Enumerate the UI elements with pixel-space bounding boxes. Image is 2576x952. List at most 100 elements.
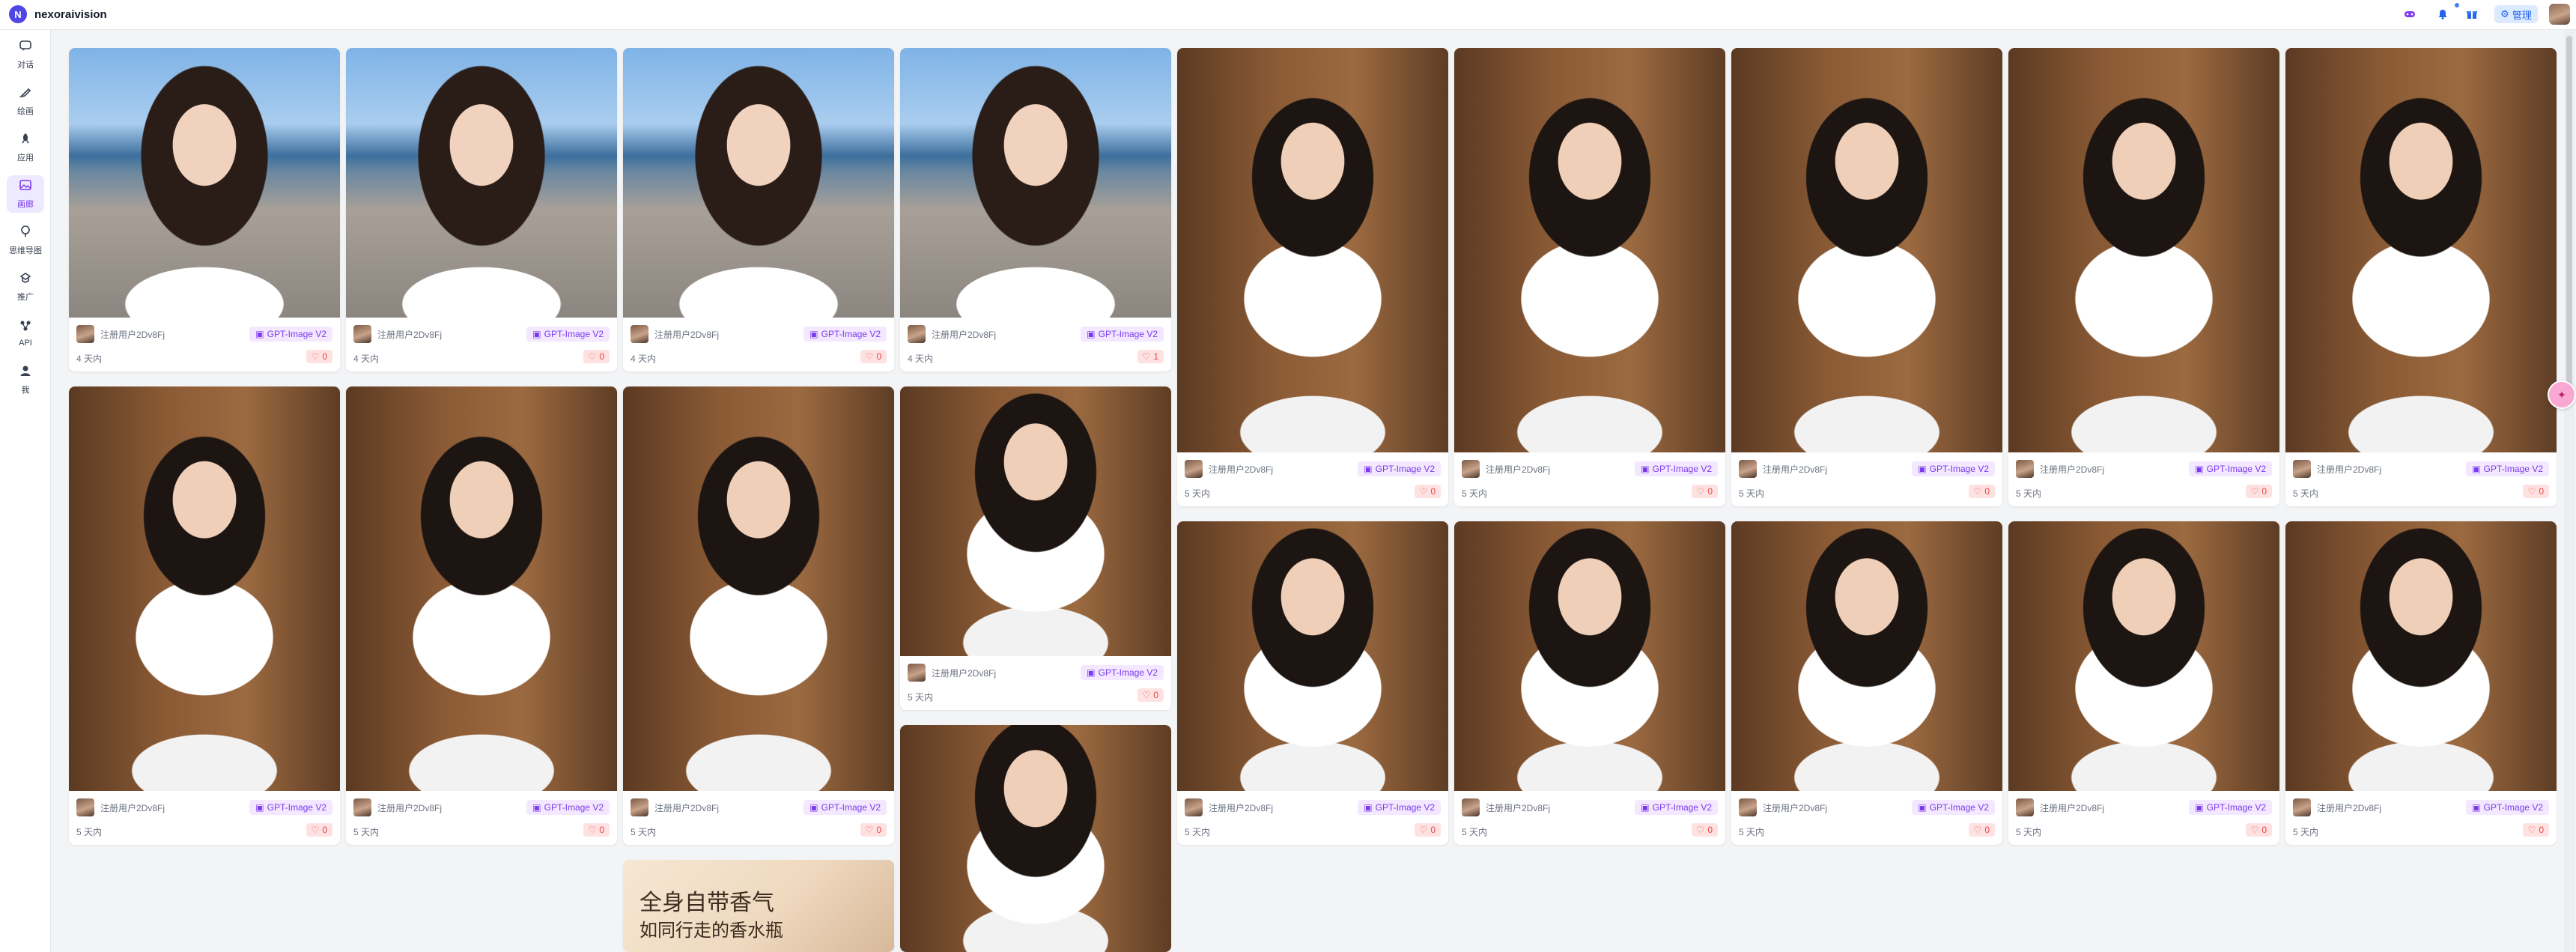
- author-avatar[interactable]: [631, 325, 648, 343]
- gallery-card[interactable]: 注册用户2Dv8Fj ▣ GPT-Image V2 5 天内 ♡ 0: [2008, 521, 2279, 845]
- gallery-image[interactable]: [900, 725, 1171, 952]
- gallery-image[interactable]: [1731, 521, 2002, 791]
- like-button[interactable]: ♡ 0: [860, 823, 887, 837]
- sidebar-item-gallery[interactable]: 画廊: [7, 175, 44, 213]
- sidebar-item-api[interactable]: API: [7, 315, 44, 352]
- admin-button[interactable]: ⚙ 管理: [2494, 5, 2538, 23]
- like-button[interactable]: ♡ 0: [1968, 823, 1995, 837]
- author-avatar[interactable]: [2016, 460, 2034, 478]
- like-button[interactable]: ♡ 0: [1691, 823, 1718, 837]
- author-name[interactable]: 注册用户2Dv8Fj: [654, 328, 719, 341]
- like-button[interactable]: ♡ 0: [306, 823, 332, 837]
- like-button[interactable]: ♡ 0: [306, 350, 332, 363]
- gallery-image[interactable]: [1731, 48, 2002, 452]
- gallery-card[interactable]: 注册用户2Dv8Fj ▣ GPT-Image V2 5 天内 ♡ 0: [2008, 48, 2279, 506]
- author-avatar[interactable]: [908, 325, 926, 343]
- author-name[interactable]: 注册用户2Dv8Fj: [100, 328, 165, 341]
- author-name[interactable]: 注册用户2Dv8Fj: [1763, 463, 1827, 476]
- gamepad-icon[interactable]: [2401, 5, 2419, 23]
- gallery-image[interactable]: [1177, 48, 1448, 452]
- gallery-card[interactable]: 注册用户2Dv8Fj ▣ GPT-Image V2 5 天内 ♡ 0: [1454, 521, 1725, 845]
- author-avatar[interactable]: [2293, 460, 2311, 478]
- gallery-card[interactable]: 注册用户2Dv8Fj ▣ GPT-Image V2 4 天内 ♡ 0: [69, 48, 340, 372]
- sidebar-item-draw[interactable]: 绘画: [7, 82, 44, 120]
- author-name[interactable]: 注册用户2Dv8Fj: [2040, 801, 2104, 814]
- author-avatar[interactable]: [1739, 798, 1757, 816]
- gallery-image[interactable]: [900, 386, 1171, 656]
- author-avatar[interactable]: [1462, 798, 1480, 816]
- like-button[interactable]: ♡ 0: [1691, 485, 1718, 498]
- author-name[interactable]: 注册用户2Dv8Fj: [2317, 801, 2381, 814]
- author-avatar[interactable]: [2016, 798, 2034, 816]
- sidebar-item-apps[interactable]: 应用: [7, 129, 44, 166]
- gallery-image[interactable]: [1177, 521, 1448, 791]
- gallery-card[interactable]: 注册用户2Dv8Fj ▣ GPT-Image V2 5 天内 ♡ 0: [900, 386, 1171, 710]
- author-name[interactable]: 注册用户2Dv8Fj: [100, 801, 165, 814]
- like-button[interactable]: ♡ 1: [1137, 350, 1164, 363]
- gallery-image[interactable]: [2285, 48, 2557, 452]
- gallery-image[interactable]: [623, 48, 894, 318]
- gallery-image[interactable]: [2008, 48, 2279, 452]
- author-avatar[interactable]: [1185, 460, 1203, 478]
- support-float-button[interactable]: ✦: [2548, 381, 2576, 409]
- ad-image[interactable]: 全身自带香气 如同行走的香水瓶: [623, 860, 894, 952]
- gallery-card[interactable]: 注册用户2Dv8Fj ▣ GPT-Image V2 5 天内 ♡ 0: [623, 386, 894, 845]
- author-name[interactable]: 注册用户2Dv8Fj: [2317, 463, 2381, 476]
- like-button[interactable]: ♡ 0: [1414, 823, 1441, 837]
- like-button[interactable]: ♡ 0: [2245, 485, 2272, 498]
- author-name[interactable]: 注册用户2Dv8Fj: [932, 328, 996, 341]
- like-button[interactable]: ♡ 0: [583, 350, 610, 363]
- gallery-image[interactable]: [2285, 521, 2557, 791]
- author-name[interactable]: 注册用户2Dv8Fj: [1209, 463, 1273, 476]
- gallery-card-ad[interactable]: 全身自带香气 如同行走的香水瓶: [623, 860, 894, 952]
- author-avatar[interactable]: [1462, 460, 1480, 478]
- like-button[interactable]: ♡ 0: [2522, 485, 2549, 498]
- logo-icon[interactable]: N: [9, 5, 27, 23]
- author-name[interactable]: 注册用户2Dv8Fj: [377, 801, 442, 814]
- gallery-image[interactable]: [69, 386, 340, 791]
- gallery-image[interactable]: [346, 386, 617, 791]
- gallery-card[interactable]: 注册用户2Dv8Fj ▣ GPT-Image V2 5 天内 ♡ 0: [1454, 48, 1725, 506]
- author-name[interactable]: 注册用户2Dv8Fj: [1486, 463, 1550, 476]
- author-avatar[interactable]: [1739, 460, 1757, 478]
- sidebar-item-chat[interactable]: 对话: [7, 36, 44, 73]
- sidebar-item-me[interactable]: 我: [7, 361, 44, 398]
- author-avatar[interactable]: [908, 664, 926, 682]
- sidebar-item-mindmap[interactable]: 思维导图: [7, 222, 44, 259]
- author-name[interactable]: 注册用户2Dv8Fj: [2040, 463, 2104, 476]
- gallery-card[interactable]: 注册用户2Dv8Fj ▣ GPT-Image V2 4 天内 ♡ 1: [900, 48, 1171, 372]
- author-name[interactable]: 注册用户2Dv8Fj: [1486, 801, 1550, 814]
- author-name[interactable]: 注册用户2Dv8Fj: [1209, 801, 1273, 814]
- gallery-card[interactable]: 注册用户2Dv8Fj ▣ GPT-Image V2 5 天内 ♡ 0: [346, 386, 617, 845]
- author-avatar[interactable]: [1185, 798, 1203, 816]
- gallery-card[interactable]: 注册用户2Dv8Fj ▣ GPT-Image V2 5 天内 ♡ 0: [69, 386, 340, 845]
- author-avatar[interactable]: [353, 798, 371, 816]
- author-name[interactable]: 注册用户2Dv8Fj: [654, 801, 719, 814]
- author-avatar[interactable]: [2293, 798, 2311, 816]
- gallery-image[interactable]: [69, 48, 340, 318]
- like-button[interactable]: ♡ 0: [583, 823, 610, 837]
- scrollbar-thumb[interactable]: [2566, 36, 2572, 388]
- like-button[interactable]: ♡ 0: [1414, 485, 1441, 498]
- brand-name[interactable]: nexoraivision: [34, 8, 107, 21]
- gallery-image[interactable]: [1454, 521, 1725, 791]
- gallery-image[interactable]: [1454, 48, 1725, 452]
- gallery-card[interactable]: 注册用户2Dv8Fj ▣ GPT-Image V2 5 天内 ♡ 0: [1177, 48, 1448, 506]
- gallery-image[interactable]: [346, 48, 617, 318]
- sidebar-item-promo[interactable]: 推广: [7, 268, 44, 306]
- author-name[interactable]: 注册用户2Dv8Fj: [377, 328, 442, 341]
- like-button[interactable]: ♡ 0: [860, 350, 887, 363]
- gallery-card[interactable]: 注册用户2Dv8Fj ▣ GPT-Image V2 5 天内 ♡ 0: [1177, 521, 1448, 845]
- gallery-card[interactable]: 注册用户2Dv8Fj ▣ GPT-Image V2 4 天内 ♡ 0: [346, 48, 617, 372]
- gallery-card[interactable]: 注册用户2Dv8Fj ▣ GPT-Image V2 4 天内 ♡ 0: [623, 48, 894, 372]
- gallery-image[interactable]: [900, 48, 1171, 318]
- like-button[interactable]: ♡ 0: [1137, 688, 1164, 702]
- like-button[interactable]: ♡ 0: [1968, 485, 1995, 498]
- author-avatar[interactable]: [76, 798, 94, 816]
- gallery-image[interactable]: [2008, 521, 2279, 791]
- author-avatar[interactable]: [353, 325, 371, 343]
- like-button[interactable]: ♡ 0: [2245, 823, 2272, 837]
- gallery-image[interactable]: [623, 386, 894, 791]
- author-name[interactable]: 注册用户2Dv8Fj: [932, 667, 996, 679]
- gallery-card[interactable]: 注册用户2Dv8Fj ▣ GPT-Image V2 5 天内 ♡ 0: [2285, 521, 2557, 845]
